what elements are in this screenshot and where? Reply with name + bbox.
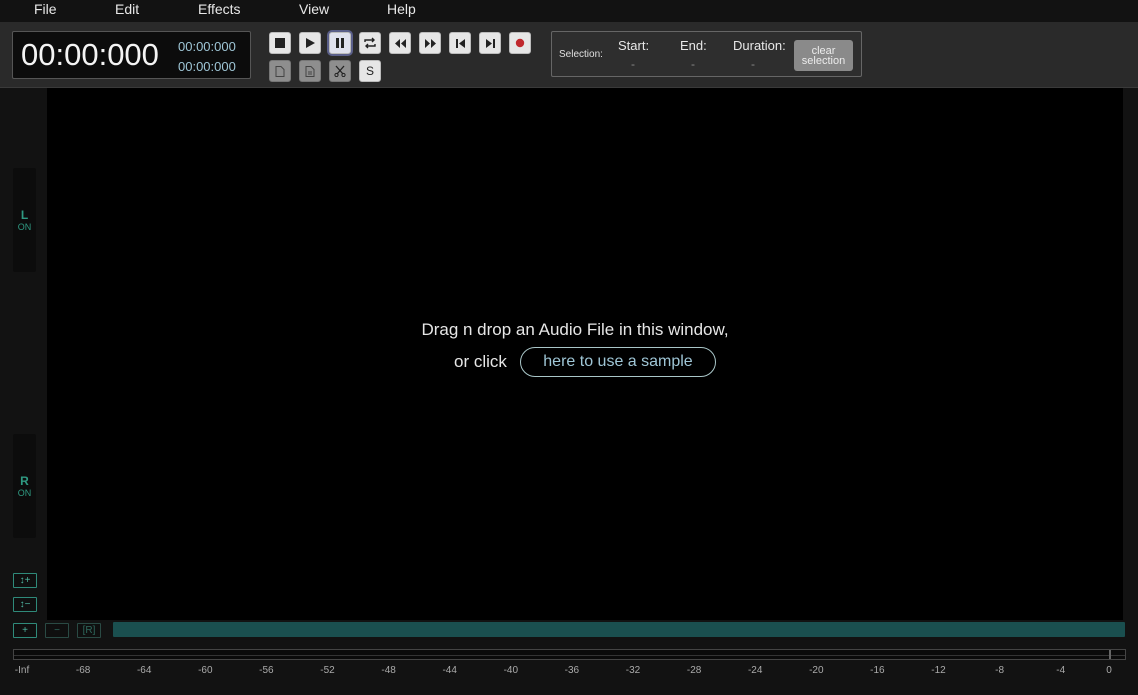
use-sample-button[interactable]: here to use a sample [520, 347, 716, 377]
play-button[interactable] [299, 32, 321, 54]
meter-scale-label: -44 [442, 665, 457, 676]
horizontal-zoom-in-button[interactable]: + [13, 623, 37, 638]
pause-button[interactable] [329, 32, 351, 54]
meter-scale-label: -32 [625, 665, 641, 676]
dropzone-or-click: or click [454, 352, 507, 371]
level-meter-peak [1109, 650, 1111, 659]
record-icon [515, 38, 525, 48]
horizontal-zoom-out-button[interactable]: − [45, 623, 69, 638]
skip-to-start-icon [455, 38, 465, 48]
right-channel-state: ON [17, 488, 32, 498]
meter-scale-label: -24 [747, 665, 763, 676]
paste-button[interactable] [299, 60, 321, 82]
meter-scale-label: -28 [686, 665, 702, 676]
bottom-panel: + − [R] -Inf -68 -64 -60 -56 -52 -48 -44 -40 -36-… [0, 620, 1138, 695]
zoom-reset-button[interactable]: [R] [77, 623, 101, 638]
pause-icon [336, 38, 344, 48]
selection-label: Selection: [559, 49, 603, 60]
clear-selection-button[interactable]: clear selection [794, 40, 853, 71]
meter-scale-label: -48 [381, 665, 396, 676]
rewind-icon [394, 38, 406, 48]
rewind-button[interactable] [389, 32, 411, 54]
cut-icon [334, 65, 346, 77]
selection-start-value: - [631, 57, 635, 71]
vertical-zoom-out-button[interactable]: ↕− [13, 597, 37, 612]
meter-scale-label: -60 [198, 665, 213, 676]
meter-scale-label: -20 [809, 665, 824, 676]
right-channel-toggle[interactable]: R ON [13, 434, 36, 538]
overview-scrollbar[interactable] [113, 622, 1125, 637]
meter-scale-label: -4 [1056, 665, 1066, 676]
menu-file[interactable]: File [34, 1, 57, 17]
play-icon [306, 38, 315, 48]
copy-icon [275, 65, 285, 77]
skip-to-end-icon [485, 38, 495, 48]
record-button[interactable] [509, 32, 531, 54]
meter-scale-label: -16 [870, 665, 885, 676]
meter-scale-label: -Inf [14, 665, 30, 676]
level-meter [13, 649, 1126, 660]
selection-end-label: End: [680, 38, 707, 53]
clear-selection-line2: selection [801, 54, 846, 67]
meter-scale-label: 0 [1106, 665, 1112, 676]
fast-forward-button[interactable] [419, 32, 441, 54]
skip-to-end-button[interactable] [479, 32, 501, 54]
waveform-right-edge [1123, 88, 1138, 620]
paste-icon [305, 65, 315, 77]
menu-help[interactable]: Help [387, 1, 416, 17]
selection-end-time: 00:00:000 [178, 59, 236, 74]
selection-start-time: 00:00:000 [178, 39, 236, 54]
menu-effects[interactable]: Effects [198, 1, 241, 17]
meter-scale-label: -64 [136, 665, 152, 676]
menu-view[interactable]: View [299, 1, 329, 17]
meter-scale-label: -8 [995, 665, 1005, 676]
skip-to-start-button[interactable] [449, 32, 471, 54]
meter-scale-label: -68 [75, 665, 91, 676]
selection-start-label: Start: [618, 38, 650, 53]
right-channel-letter: R [20, 474, 29, 488]
selection-duration-label: Duration: [733, 38, 786, 53]
copy-button[interactable] [269, 60, 291, 82]
left-channel-letter: L [20, 208, 29, 222]
time-display: 00:00:000 00:00:000 00:00:000 [12, 31, 251, 79]
loop-icon [364, 37, 376, 49]
selection-duration-value: - [751, 57, 755, 71]
current-time: 00:00:000 [21, 37, 159, 72]
clear-selection-line1: clear [811, 44, 836, 57]
waveform-dropzone[interactable]: Drag n drop an Audio File in this window… [47, 88, 1123, 620]
channel-sidebar: L ON R ON ↕+ ↕− [0, 88, 47, 620]
meter-scale-label: -36 [564, 665, 580, 676]
level-meter-track [14, 655, 1125, 656]
selection-end-value: - [691, 57, 695, 71]
stop-icon [275, 38, 285, 48]
menu-bar: File Edit Effects View Help [0, 0, 1138, 23]
meter-scale-label: -12 [931, 665, 946, 676]
vertical-zoom-in-button[interactable]: ↕+ [13, 573, 37, 588]
fast-forward-icon [424, 38, 436, 48]
dropzone-instruction: Drag n drop an Audio File in this window… [421, 320, 729, 339]
toolbar: 00:00:000 00:00:000 00:00:000 S Selectio… [0, 23, 1138, 88]
loop-button[interactable] [359, 32, 381, 54]
stop-button[interactable] [269, 32, 291, 54]
silence-label: S [365, 64, 374, 78]
left-channel-toggle[interactable]: L ON [13, 168, 36, 272]
meter-scale-label: -52 [320, 665, 335, 676]
selection-panel: Selection: Start: - End: - Duration: - c… [551, 31, 862, 77]
meter-scale-label: -56 [259, 665, 274, 676]
cut-button[interactable] [329, 60, 351, 82]
left-channel-state: ON [17, 222, 32, 232]
meter-scale-label: -40 [503, 665, 519, 676]
menu-edit[interactable]: Edit [115, 1, 139, 17]
silence-button[interactable]: S [359, 60, 381, 82]
